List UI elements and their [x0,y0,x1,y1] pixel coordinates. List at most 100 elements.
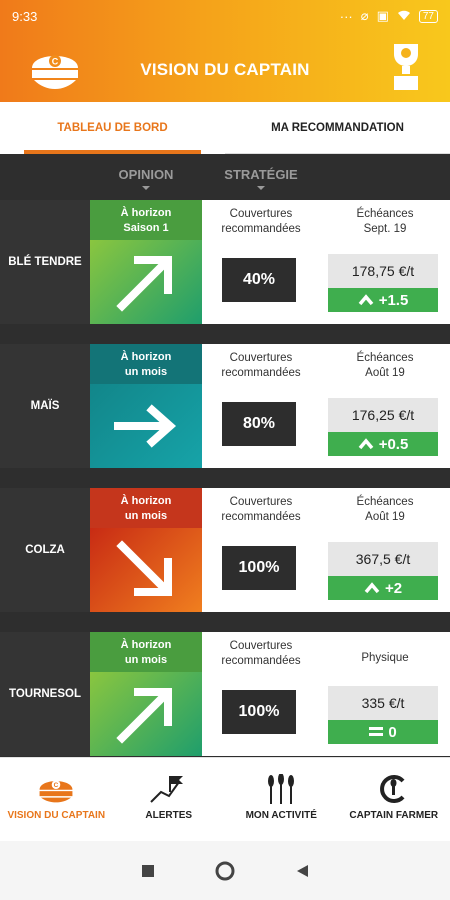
horizon-line1: À horizon [120,351,172,363]
echeance-label-line1: Échéances [356,496,414,508]
arrow-right-icon [114,404,177,448]
opinion-header-label: OPINION [118,167,174,182]
tab-label: MA RECOMMANDATION [271,122,404,134]
horizon-line1: À horizon [120,495,172,507]
horizon-line2: Saison 1 [123,222,169,234]
nav-label: VISION DU CAPTAIN [7,810,106,821]
couvertures-line1: Couvertures [229,496,293,508]
couvertures-line1: Couvertures [229,352,293,364]
svg-text:C: C [54,782,59,789]
trend-panel [90,384,202,468]
sim-icon: ▣ [376,8,389,23]
tab-label: TABLEAU DE BORD [57,122,168,134]
couverture-value: 100% [222,546,296,590]
horizon-label: À horizon un mois [90,344,202,384]
commodity-row[interactable]: TOURNESOL À horizon un mois Couvertures … [0,632,450,756]
battery-icon: 77 [418,9,438,23]
couverture-value: 100% [222,690,296,734]
couverture-value: 80% [222,402,296,446]
strategie-cell[interactable]: Couvertures recommandées 100% [202,632,320,756]
couvertures-line1: Couvertures [229,640,293,652]
couvertures-label: Couvertures recommandées [202,351,320,381]
alert-chart-icon [150,776,183,803]
caret-down-icon [257,186,265,190]
strategie-column-header[interactable]: STRATÉGIE [216,167,306,190]
strategie-cell[interactable]: Couvertures recommandées 100% [202,488,320,612]
captain-profile-icon[interactable] [388,40,424,92]
price-value: 335 €/t [328,686,438,720]
arrow-up-right-icon [116,688,172,744]
row-separator [0,468,450,488]
trend-panel [90,528,202,612]
home-icon[interactable] [215,861,235,881]
opinion-cell[interactable]: À horizon un mois [90,632,202,756]
tab-tableau-de-bord[interactable]: TABLEAU DE BORD [0,102,225,154]
price-value: 367,5 €/t [328,542,438,576]
strategie-header-label: STRATÉGIE [224,167,298,182]
bottom-navigation: C VISION DU CAPTAIN ALERTES MON ACTIVITÉ… [0,757,450,841]
nav-vision-du-captain[interactable]: C VISION DU CAPTAIN [0,758,113,841]
opinion-cell[interactable]: À horizon un mois [90,488,202,612]
nav-mon-activite[interactable]: MON ACTIVITÉ [225,758,338,841]
couvertures-label: Couvertures recommandées [202,639,320,669]
tab-ma-recommandation[interactable]: MA RECOMMANDATION [225,102,450,154]
nav-alertes[interactable]: ALERTES [113,758,226,841]
back-icon[interactable] [295,864,309,878]
horizon-line2: un mois [124,654,168,666]
horizon-line1: À horizon [120,207,172,219]
echeance-label: Échéances Août 19 [320,495,450,525]
couvertures-line1: Couvertures [229,208,293,220]
horizon-line2: un mois [124,366,168,378]
couvertures-line2: recommandées [221,655,301,667]
couvertures-line2: recommandées [221,511,301,523]
echeance-cell[interactable]: Échéances Août 19 367,5 €/t +2 [320,488,450,612]
nav-captain-farmer[interactable]: CAPTAIN FARMER [338,758,450,841]
commodity-row[interactable]: BLÉ TENDRE À horizon Saison 1 Couverture… [0,200,450,324]
echeance-cell[interactable]: Physique 335 €/t 0 [320,632,450,756]
echeance-date: Août 19 [365,511,405,523]
captain-hat-icon: C [39,780,73,803]
couvertures-label: Couvertures recommandées [202,207,320,237]
delta-value: +2 [384,579,403,597]
app-header: 9:33 ··· ⌀ ▣ 77 C VISION DU CAPTAIN [0,0,450,102]
arrow-down-right-icon [116,540,172,596]
commodity-name: TOURNESOL [0,632,90,756]
horizon-label: À horizon Saison 1 [90,200,202,240]
captain-farmer-logo-icon [379,775,405,803]
wheat-icon [268,774,295,804]
strategie-cell[interactable]: Couvertures recommandées 80% [202,344,320,468]
status-time: 9:33 [12,8,38,24]
echeance-cell[interactable]: Échéances Août 19 176,25 €/t +0.5 [320,344,450,468]
nav-label: MON ACTIVITÉ [245,810,317,821]
delta-value: +0.5 [378,435,409,453]
recent-apps-icon[interactable] [141,864,155,878]
horizon-label: À horizon un mois [90,632,202,672]
price-delta: +2 [328,576,438,600]
opinion-column-header[interactable]: OPINION [110,167,182,190]
system-navigation-bar [0,841,450,900]
status-bar: 9:33 ··· ⌀ ▣ 77 [0,0,450,32]
arrow-up-right-icon [116,256,172,312]
battery-level: 77 [422,10,434,22]
equals-icon [369,727,384,736]
commodity-row[interactable]: COLZA À horizon un mois Couvertures reco… [0,488,450,612]
horizon-line1: À horizon [120,639,172,651]
echeance-label: Physique [361,652,409,664]
tab-bar: TABLEAU DE BORD MA RECOMMANDATION [0,102,450,154]
wifi-icon [397,9,411,24]
row-separator [0,324,450,344]
echeance-cell[interactable]: Échéances Sept. 19 178,75 €/t +1.5 [320,200,450,324]
price-delta: 0 [328,720,438,744]
echeance-label: Échéances Sept. 19 [320,207,450,237]
status-icons: ··· ⌀ ▣ 77 [340,8,438,24]
couvertures-line2: recommandées [221,223,301,235]
opinion-cell[interactable]: À horizon un mois [90,344,202,468]
commodity-row[interactable]: MAÏS À horizon un mois Couvertures recom… [0,344,450,468]
chevron-up-icon [358,294,374,306]
alarm-off-icon: ⌀ [360,8,369,23]
strategie-cell[interactable]: Couvertures recommandées 40% [202,200,320,324]
echeance-date: Août 19 [365,367,405,379]
opinion-cell[interactable]: À horizon Saison 1 [90,200,202,324]
echeance-label: Échéances Août 19 [320,351,450,381]
couverture-value: 40% [222,258,296,302]
